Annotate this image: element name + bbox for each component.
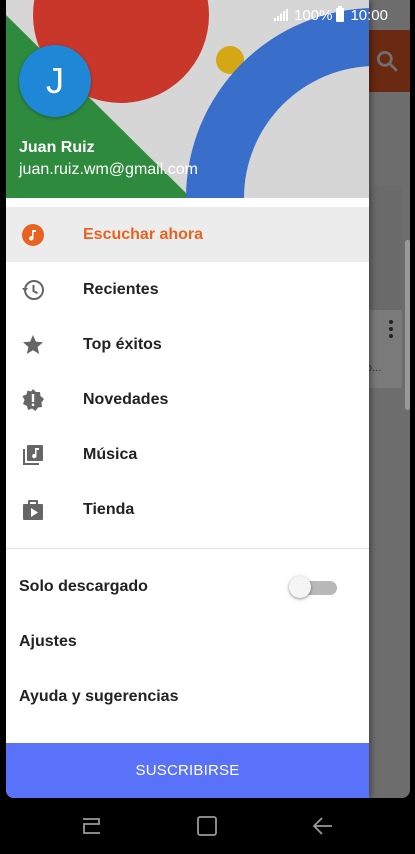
status-bar: 100% 10:00 bbox=[6, 0, 410, 30]
settings-label: Ajustes bbox=[19, 632, 77, 650]
menu-item-label: Top éxitos bbox=[83, 335, 162, 353]
menu-item-musica[interactable]: Música bbox=[6, 427, 369, 482]
help-feedback-label: Ayuda y sugerencias bbox=[19, 687, 179, 705]
divider bbox=[6, 548, 369, 549]
home-icon[interactable] bbox=[194, 814, 220, 838]
menu-item-label: Música bbox=[83, 445, 138, 463]
downloaded-only-toggle[interactable] bbox=[289, 576, 338, 598]
drawer-settings: Solo descargado Ajustes Ayuda y sugerenc… bbox=[6, 559, 369, 724]
music-note-icon bbox=[21, 223, 45, 247]
history-icon bbox=[21, 278, 45, 302]
avatar[interactable]: J bbox=[19, 45, 91, 117]
menu-item-recientes[interactable]: Recientes bbox=[6, 262, 369, 317]
navigation-drawer: J Juan Ruiz juan.ruiz.wm@gmail.com Escuc… bbox=[6, 0, 369, 798]
avatar-initial: J bbox=[46, 60, 64, 101]
phone-frame: o... J Juan Ruiz juan.ruiz.wm@gmail.com bbox=[0, 0, 415, 854]
star-icon bbox=[21, 333, 45, 357]
menu-item-label: Escuchar ahora bbox=[83, 225, 204, 243]
menu-item-label: Tienda bbox=[83, 500, 135, 518]
back-icon[interactable] bbox=[310, 814, 336, 838]
menu-item-top-exitos[interactable]: Top éxitos bbox=[6, 317, 369, 372]
search-icon bbox=[376, 50, 398, 72]
drawer-menu: Escuchar ahora Recientes Top éxitos Nove… bbox=[6, 207, 369, 537]
menu-item-tienda[interactable]: Tienda bbox=[6, 482, 369, 537]
menu-item-novedades[interactable]: Novedades bbox=[6, 372, 369, 427]
settings-item[interactable]: Ajustes bbox=[6, 614, 369, 669]
menu-item-label: Novedades bbox=[83, 390, 169, 408]
recent-apps-icon[interactable] bbox=[78, 814, 104, 838]
signal-icon bbox=[274, 9, 289, 21]
screen: o... J Juan Ruiz juan.ruiz.wm@gmail.com bbox=[6, 0, 410, 798]
battery-icon bbox=[336, 6, 345, 22]
play-store-icon bbox=[21, 498, 45, 522]
subscribe-button[interactable]: SUSCRIBIRSE bbox=[6, 743, 369, 798]
toggle-knob bbox=[289, 576, 311, 598]
more-vert-icon bbox=[388, 320, 394, 340]
downloaded-only-label: Solo descargado bbox=[19, 577, 148, 595]
menu-item-escuchar-ahora[interactable]: Escuchar ahora bbox=[6, 207, 369, 262]
battery-percent: 100% bbox=[294, 6, 333, 24]
system-nav-bar bbox=[0, 798, 415, 854]
account-name: Juan Ruiz bbox=[19, 139, 95, 156]
account-email: juan.ruiz.wm@gmail.com bbox=[19, 161, 198, 178]
menu-item-label: Recientes bbox=[83, 280, 159, 298]
downloaded-only-row[interactable]: Solo descargado bbox=[6, 559, 369, 614]
new-badge-icon bbox=[21, 388, 45, 412]
help-feedback-item[interactable]: Ayuda y sugerencias bbox=[6, 669, 369, 724]
scrollbar bbox=[405, 240, 410, 410]
clock: 10:00 bbox=[350, 6, 388, 24]
library-music-icon bbox=[21, 443, 45, 467]
